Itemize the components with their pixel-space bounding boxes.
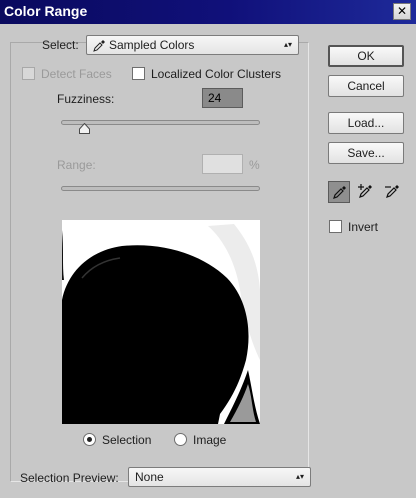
close-icon: ✕: [396, 4, 408, 18]
image-radio[interactable]: [174, 433, 187, 446]
title-bar: Color Range ✕: [0, 0, 416, 24]
range-label: Range:: [57, 158, 96, 172]
eyedropper-minus-tool[interactable]: [382, 181, 404, 203]
detect-faces-label: Detect Faces: [41, 67, 112, 81]
eyedropper-icon: [93, 39, 105, 52]
eyedropper-plus-tool[interactable]: [355, 181, 377, 203]
selection-radio-label: Selection: [102, 433, 152, 447]
selection-preview-value: None: [135, 470, 164, 484]
ok-button[interactable]: OK: [328, 45, 404, 67]
selection-preview-label: Selection Preview:: [20, 471, 119, 485]
eyedropper-tool[interactable]: [328, 181, 350, 203]
selection-preview-dropdown[interactable]: None ▴▾: [128, 467, 311, 487]
window-title: Color Range: [4, 3, 88, 19]
image-radio-label: Image: [193, 433, 227, 447]
eyedropper-icon: [333, 186, 346, 199]
select-dropdown[interactable]: Sampled Colors ▴▾: [86, 35, 299, 55]
load-button[interactable]: Load...: [328, 112, 404, 134]
detect-faces-checkbox[interactable]: [22, 67, 35, 80]
localized-clusters-checkbox[interactable]: [132, 67, 145, 80]
range-field[interactable]: [202, 154, 243, 174]
fuzziness-field[interactable]: 24: [202, 88, 243, 108]
select-value: Sampled Colors: [109, 38, 195, 52]
invert-label: Invert: [348, 220, 379, 234]
selection-radio[interactable]: [83, 433, 96, 446]
eyedropper-minus-icon: [385, 185, 399, 198]
select-label: Select:: [42, 38, 79, 52]
fuzziness-slider-thumb[interactable]: [79, 123, 91, 134]
invert-checkbox[interactable]: [329, 220, 342, 233]
updown-arrow-icon: ▴▾: [295, 472, 304, 481]
range-unit: %: [249, 158, 260, 172]
selection-preview-image: [62, 220, 260, 424]
close-button[interactable]: ✕: [393, 3, 411, 20]
save-button[interactable]: Save...: [328, 142, 404, 164]
fuzziness-slider-track[interactable]: [61, 120, 260, 125]
eyedropper-plus-icon: [358, 184, 372, 198]
range-slider-track[interactable]: [61, 186, 260, 191]
cancel-button[interactable]: Cancel: [328, 75, 404, 97]
dialog-body: Select: Sampled Colors ▴▾ Detect Faces L…: [0, 24, 416, 498]
localized-clusters-label: Localized Color Clusters: [151, 67, 282, 81]
updown-arrow-icon: ▴▾: [283, 40, 292, 49]
fuzziness-label: Fuzziness:: [57, 92, 115, 106]
